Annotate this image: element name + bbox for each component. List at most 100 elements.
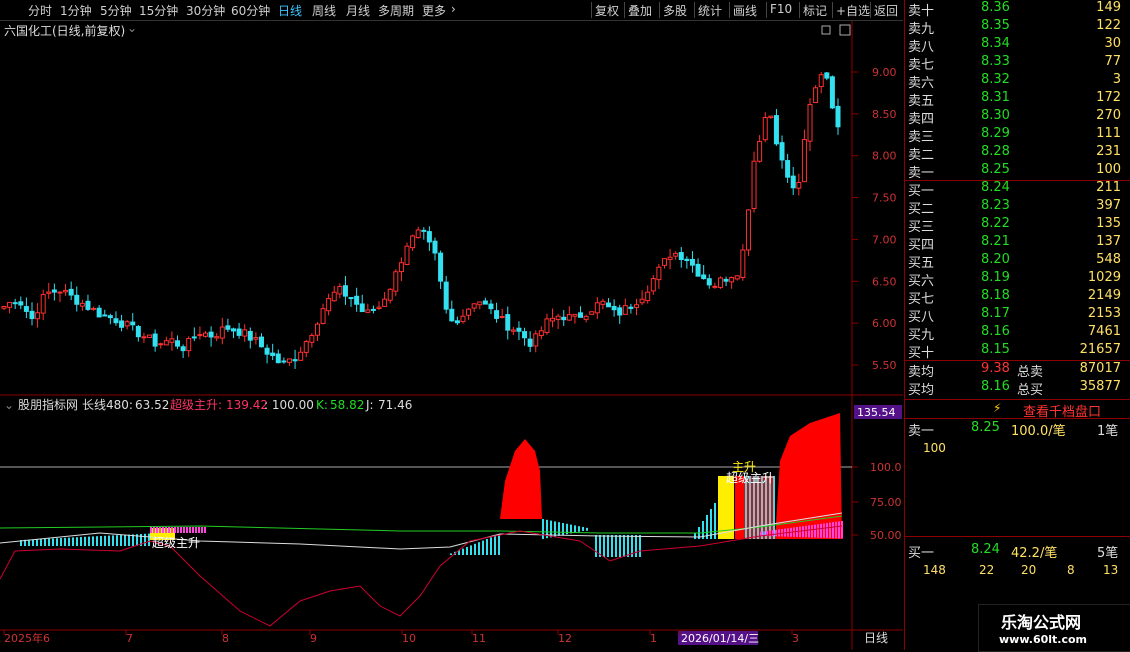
tab-4[interactable]: 30分钟 xyxy=(186,2,225,19)
toolbar-button-0[interactable]: 复权 xyxy=(595,2,619,19)
tab-3[interactable]: 15分钟 xyxy=(139,2,178,19)
candle-body xyxy=(578,312,584,318)
indicator-bar xyxy=(60,538,62,546)
sell-row-7[interactable]: 卖三 8.29 111 xyxy=(905,126,1125,145)
toolbar-button-8[interactable]: 返回 xyxy=(874,2,898,19)
avg-label: 卖均 xyxy=(908,365,935,380)
candle-body xyxy=(119,320,125,328)
tab-10[interactable]: 更多 xyxy=(422,2,446,19)
buy-row-5[interactable]: 买六 8.19 1029 xyxy=(905,270,1125,289)
buy-row-2[interactable]: 买三 8.22 135 xyxy=(905,216,1125,235)
sell-row-6[interactable]: 卖四 8.30 270 xyxy=(905,108,1125,127)
candle-body xyxy=(779,142,785,161)
candle-body xyxy=(85,300,91,310)
indicator-bar xyxy=(148,533,150,546)
buy-row-0[interactable]: 买一 8.24 211 xyxy=(905,180,1125,199)
depth-field-2: 42.2/笔 xyxy=(1011,546,1058,561)
quote-label: 买一 xyxy=(908,184,935,199)
candle-body xyxy=(79,302,85,307)
depth-button-label: 查看千档盘口 xyxy=(1023,405,1102,420)
candle-body xyxy=(689,258,695,266)
candle-body xyxy=(790,175,796,189)
quote-price: 8.33 xyxy=(981,54,1010,69)
buy-row-7[interactable]: 买八 8.17 2153 xyxy=(905,306,1125,325)
candle-body xyxy=(91,307,97,310)
tab-8[interactable]: 月线 xyxy=(346,2,370,19)
buy-row-4[interactable]: 买五 8.20 548 xyxy=(905,252,1125,271)
quote-price: 8.25 xyxy=(981,162,1010,177)
tab-2[interactable]: 5分钟 xyxy=(100,2,132,19)
tab-7[interactable]: 周线 xyxy=(312,2,336,19)
quote-volume: 2153 xyxy=(1087,306,1121,321)
tab-6[interactable]: 日线 xyxy=(278,2,302,19)
chevron-right-icon[interactable]: › xyxy=(451,2,456,16)
buy-row-3[interactable]: 买四 8.21 137 xyxy=(905,234,1125,253)
toolbar-button-2[interactable]: 多股 xyxy=(663,2,687,19)
candle-body xyxy=(617,307,623,316)
candle-body xyxy=(645,291,651,302)
tab-1[interactable]: 1分钟 xyxy=(60,2,92,19)
indicator-bar-magenta xyxy=(838,521,840,539)
indicator-bar xyxy=(108,535,110,546)
buy-row-1[interactable]: 买二 8.23 397 xyxy=(905,198,1125,217)
tab-5[interactable]: 60分钟 xyxy=(231,2,270,19)
toolbar-button-6[interactable]: 标记 xyxy=(803,2,827,19)
chevron-down-icon[interactable]: ⌄ xyxy=(127,21,137,35)
toolbar-button-1[interactable]: 叠加 xyxy=(628,2,652,19)
candle-body xyxy=(29,310,35,320)
quote-price: 8.30 xyxy=(981,108,1010,123)
quote-price: 8.32 xyxy=(981,72,1010,87)
quote-price: 8.20 xyxy=(981,252,1010,267)
sell-row-4[interactable]: 卖六 8.32 3 xyxy=(905,72,1125,91)
sell-row-9[interactable]: 卖一 8.25 100 xyxy=(905,162,1125,181)
indicator-bar xyxy=(104,535,106,546)
sell-row-3[interactable]: 卖七 8.33 77 xyxy=(905,54,1125,73)
candle-body xyxy=(745,209,751,251)
depth-button[interactable]: ⚡ 查看千档盘口 xyxy=(905,399,1130,420)
tab-9[interactable]: 多周期 xyxy=(378,2,414,19)
kline-chart[interactable]: 9.00 8.50 8.00 7.50 7.00 6.50 6.00 5.50 ⌄ 股朋指标网 长线… xyxy=(0,21,903,650)
quote-price: 8.29 xyxy=(981,126,1010,141)
toolbar-button-3[interactable]: 统计 xyxy=(698,2,722,19)
candle-body xyxy=(382,298,388,307)
toolbar-button-7[interactable]: +自选 xyxy=(836,2,870,19)
candle-body xyxy=(18,301,24,306)
sell-row-8[interactable]: 卖二 8.28 231 xyxy=(905,144,1125,163)
price-axis-label-0: 9.00 xyxy=(872,66,897,79)
sell-row-2[interactable]: 卖八 8.34 30 xyxy=(905,36,1125,55)
indicator-bar xyxy=(112,535,114,546)
total-volume: 87017 xyxy=(1079,361,1121,376)
price-axis-label-3: 7.50 xyxy=(872,192,897,205)
candle-body xyxy=(550,317,556,322)
price-axis-label-4: 7.00 xyxy=(872,233,897,246)
indicator-bar-magenta xyxy=(775,529,777,537)
candle-body xyxy=(813,87,819,104)
candle-body xyxy=(314,323,320,336)
indicator-bar xyxy=(482,540,484,555)
chart-area[interactable]: 9.00 8.50 8.00 7.50 7.00 6.50 6.00 5.50 ⌄ 股朋指标网 长线… xyxy=(0,21,903,650)
sell-row-1[interactable]: 卖九 8.35 122 xyxy=(905,18,1125,37)
indicator-bar xyxy=(52,538,54,546)
buy-row-9[interactable]: 买十 8.15 21657 xyxy=(905,342,1125,361)
tab-0[interactable]: 分时 xyxy=(28,2,52,19)
toolbar-button-5[interactable]: F10 xyxy=(770,2,792,16)
candle-body xyxy=(673,252,679,257)
candle-body xyxy=(835,105,841,128)
candle-body xyxy=(57,291,63,294)
sell-row-0[interactable]: 卖十 8.36 149 xyxy=(905,0,1125,19)
j-line xyxy=(0,525,843,627)
k-label: K: xyxy=(316,398,328,412)
quote-volume: 397 xyxy=(1096,198,1121,213)
indicator-bar-magenta xyxy=(195,527,197,533)
candle-body xyxy=(208,331,214,338)
indicator-bar xyxy=(486,539,488,555)
buy-row-6[interactable]: 买七 8.18 2149 xyxy=(905,288,1125,307)
toolbar-button-4[interactable]: 画线 xyxy=(733,2,757,19)
quote-volume: 77 xyxy=(1104,54,1121,69)
depth-order: 13 xyxy=(1103,563,1119,577)
buy-row-8[interactable]: 买九 8.16 7461 xyxy=(905,324,1125,343)
x-axis-label-4: 10 xyxy=(402,632,416,645)
sell-row-5[interactable]: 卖五 8.31 172 xyxy=(905,90,1125,109)
candle-body xyxy=(130,321,136,326)
candle-body xyxy=(622,305,628,315)
